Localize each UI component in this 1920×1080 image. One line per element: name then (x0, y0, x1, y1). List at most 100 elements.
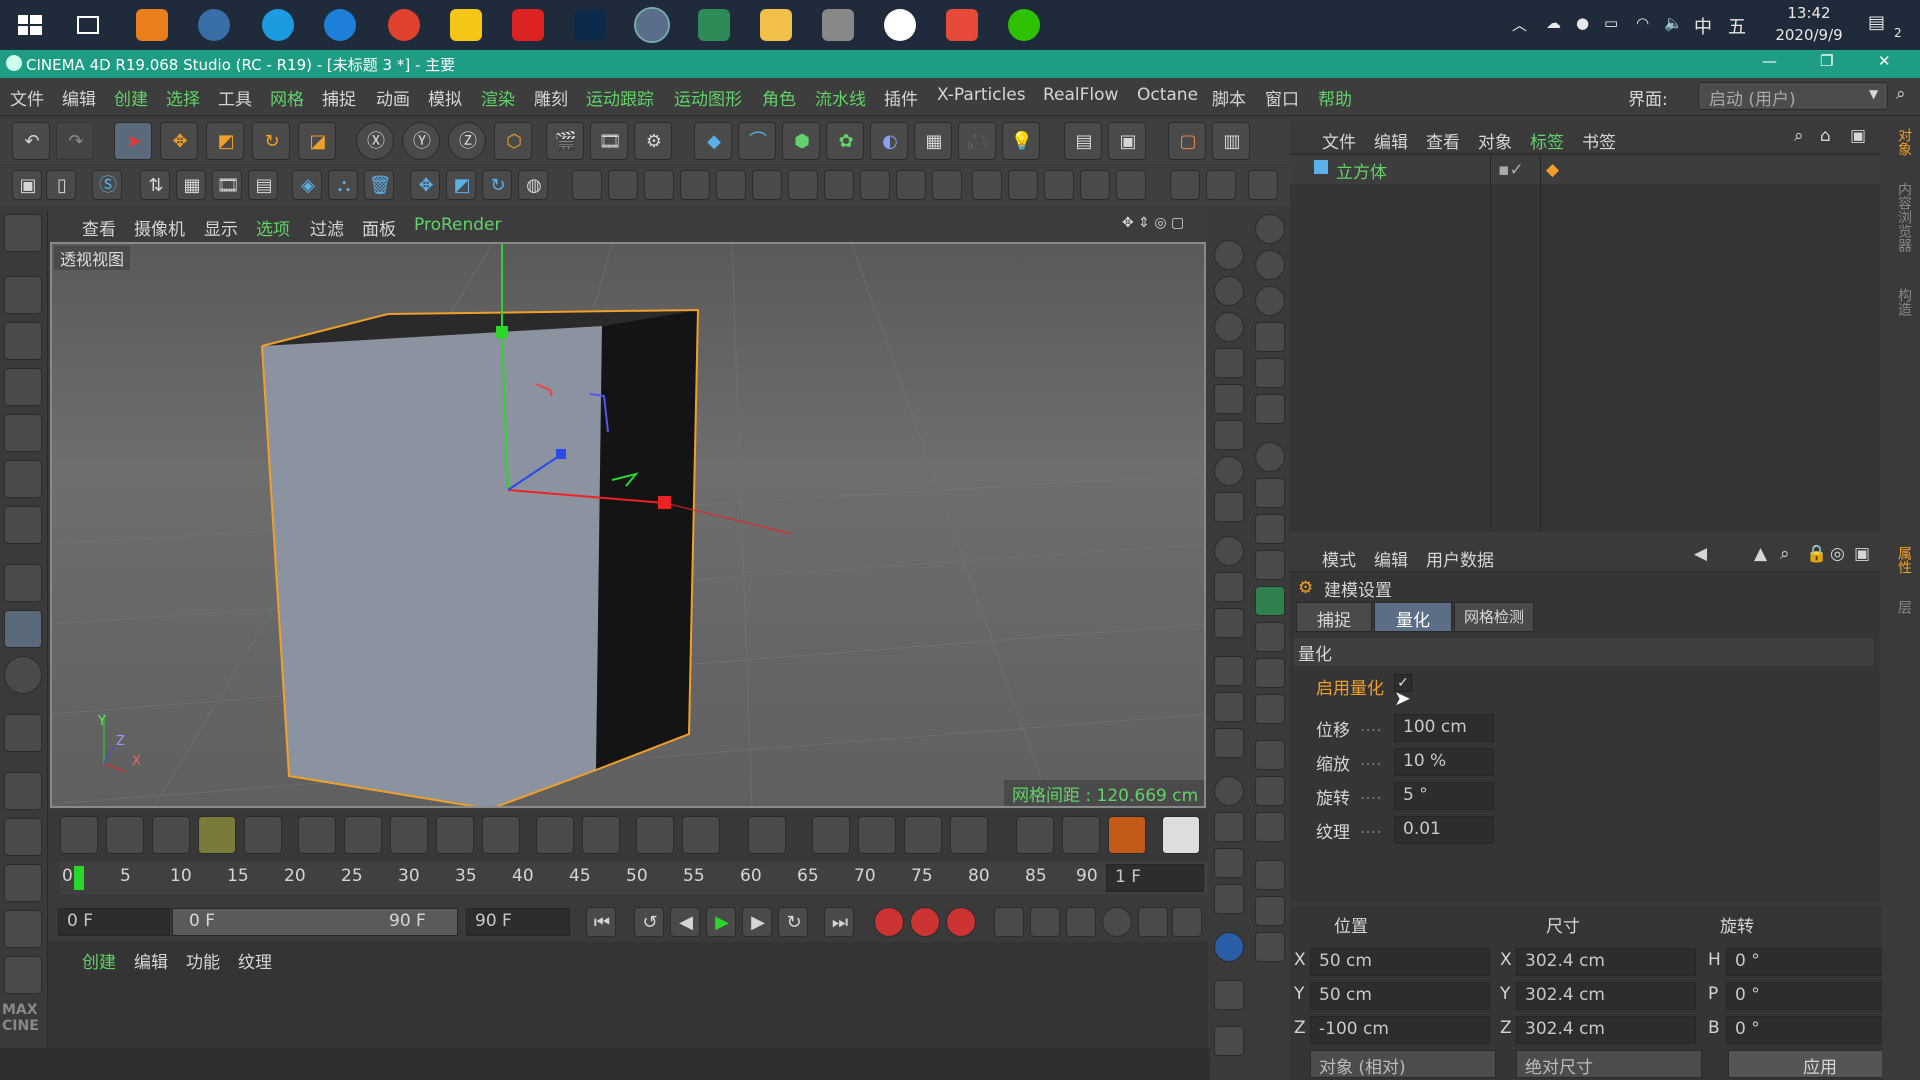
timeline-tool-13-icon[interactable] (636, 816, 674, 854)
menu-realflow[interactable]: RealFlow (1043, 85, 1118, 105)
app-diamond-icon[interactable] (822, 9, 854, 41)
key-rotate-icon[interactable] (1066, 907, 1096, 937)
side-text-icon[interactable] (1255, 658, 1285, 688)
picture-viewer-icon[interactable]: ▣ (12, 170, 42, 200)
render-view-icon[interactable]: 🎬 (546, 122, 584, 160)
target-icon[interactable]: ◎ (1830, 544, 1845, 564)
rot-p-field[interactable]: 0 ° (1726, 982, 1904, 1010)
browser-q-icon[interactable] (324, 9, 356, 41)
pos-x-field[interactable]: 50 cm (1310, 948, 1490, 976)
menu-mograph[interactable]: 运动图形 (674, 85, 742, 110)
menu-snap[interactable]: 捕捉 (322, 85, 356, 110)
xp-constraint-icon[interactable] (788, 170, 818, 200)
material-ball-icon[interactable] (1214, 776, 1244, 806)
app-red-icon[interactable] (946, 9, 978, 41)
timeline-tool-22-icon[interactable] (1108, 816, 1146, 854)
tool-a-icon[interactable]: ⇅ (140, 170, 170, 200)
subtab-snap[interactable]: 捕捉 (1296, 602, 1372, 632)
subtab-quantize[interactable]: 量化 (1374, 602, 1452, 632)
vp-menu-filter[interactable]: 过滤 (310, 215, 344, 240)
texture-field[interactable]: 0.01 (1394, 816, 1494, 844)
key-question-icon[interactable] (946, 907, 976, 937)
timeline-tool-6-icon[interactable] (298, 816, 336, 854)
grid-tool-2-icon[interactable] (1044, 170, 1074, 200)
xp-group-icon[interactable] (608, 170, 638, 200)
floor-icon[interactable]: ▦ (914, 122, 952, 160)
vp-menu-prorender[interactable]: ProRender (414, 215, 502, 235)
menu-edit[interactable]: 编辑 (62, 85, 96, 110)
timeline-tool-15-icon[interactable] (748, 816, 786, 854)
side-house-icon[interactable] (1255, 932, 1285, 962)
side-spline-icon[interactable] (1255, 622, 1285, 652)
layout-icon-1[interactable]: ▤ (1064, 122, 1102, 160)
snap-s-icon[interactable]: Ⓢ (92, 170, 122, 200)
gear-icon[interactable] (1206, 170, 1236, 200)
octane-tool-icon[interactable]: ◍ (518, 170, 548, 200)
xp-modifier-icon[interactable] (644, 170, 674, 200)
tweak-mode-icon[interactable] (4, 610, 42, 648)
make-editable-icon[interactable] (4, 214, 42, 252)
timeline-tool-4-icon[interactable] (198, 816, 236, 854)
deformer-icon[interactable]: ◐ (870, 122, 908, 160)
menu-octane[interactable]: Octane (1137, 85, 1198, 105)
go-to-start-icon[interactable]: ⏮ (586, 907, 616, 937)
size-mode-select[interactable]: 绝对尺寸 (1516, 1050, 1702, 1078)
document-icon[interactable]: ▯ (46, 170, 76, 200)
sublime-icon[interactable] (136, 9, 168, 41)
octane-settings-icon[interactable]: ▥ (1212, 122, 1250, 160)
side-green-2-icon[interactable] (1255, 478, 1285, 508)
grid-tool-icon[interactable] (1008, 170, 1038, 200)
menu-script[interactable]: 脚本 (1212, 85, 1246, 110)
om-tab-tags[interactable]: 标签 (1530, 128, 1564, 153)
timeline-tool-16-icon[interactable] (812, 816, 850, 854)
subdivision-icon[interactable]: ⬢ (782, 122, 820, 160)
timeline-tool-17-icon[interactable] (858, 816, 896, 854)
x-axis-lock-icon[interactable]: Ⓧ (356, 122, 394, 160)
offset-field[interactable]: 100 cm (1394, 714, 1494, 742)
octane-move-icon[interactable]: ✥ (410, 170, 440, 200)
search-icon[interactable]: ⌕ (1896, 84, 1906, 104)
paint-icon[interactable] (1214, 656, 1244, 686)
tool-e-icon[interactable]: ◈ (292, 170, 322, 200)
coord-icon[interactable] (1248, 170, 1278, 200)
tool-c-icon[interactable]: 🎞 (212, 170, 242, 200)
tool-b-icon[interactable]: ▦ (176, 170, 206, 200)
play-script-icon[interactable] (1214, 932, 1244, 962)
texture-grid-icon[interactable] (1214, 420, 1244, 450)
tool-f-icon[interactable]: ⛬ (328, 170, 358, 200)
sphere-tool-1-icon[interactable] (1214, 240, 1244, 270)
back-arrow-icon[interactable]: ◀ (1694, 544, 1707, 564)
om-tab-file[interactable]: 文件 (1322, 128, 1356, 153)
coord-mode-select[interactable]: 对象 (相对) (1310, 1050, 1496, 1078)
menu-animate[interactable]: 动画 (376, 85, 410, 110)
layout-select[interactable]: 启动 (用户) ▼ (1698, 82, 1888, 110)
menu-create[interactable]: 创建 (114, 85, 148, 110)
magnet-icon[interactable] (4, 714, 42, 752)
size-x-field[interactable]: 302.4 cm (1516, 948, 1696, 976)
side-path-icon[interactable] (1255, 812, 1285, 842)
octane-tool-3-icon[interactable] (4, 864, 42, 902)
timeline-tool-9-icon[interactable] (436, 816, 474, 854)
octane-live-icon[interactable]: ▢ (1168, 122, 1206, 160)
side-axis-icon[interactable] (1255, 860, 1285, 890)
layout-icon-2[interactable]: ▣ (1108, 122, 1146, 160)
sphere-tool-2-icon[interactable] (1214, 276, 1244, 306)
menu-plugins[interactable]: 插件 (884, 85, 918, 110)
pos-z-field[interactable]: -100 cm (1310, 1016, 1490, 1044)
menu-file[interactable]: 文件 (10, 85, 44, 110)
ruler-icon[interactable] (1214, 384, 1244, 414)
size-z-field[interactable]: 302.4 cm (1516, 1016, 1696, 1044)
vp-menu-options[interactable]: 选项 (256, 215, 290, 240)
timeline-ruler[interactable]: 0 5 10 15 20 25 30 35 40 45 50 55 60 65 … (60, 862, 1208, 894)
am-tab-userdata[interactable]: 用户数据 (1426, 546, 1494, 571)
timeline-tool-1-icon[interactable] (60, 816, 98, 854)
side-zx-icon[interactable] (1255, 394, 1285, 424)
vp-nav-icons[interactable]: ✥ ⇕ ◎ ▢ (1122, 215, 1184, 231)
side-y-icon[interactable] (1255, 250, 1285, 280)
edges-mode-icon[interactable] (4, 460, 42, 498)
timeline-tool-14-icon[interactable] (682, 816, 720, 854)
redo-icon[interactable]: ↷ (56, 122, 94, 160)
am-tab-edit[interactable]: 编辑 (1374, 546, 1408, 571)
side-z-icon[interactable] (1255, 286, 1285, 316)
cube-primitive-icon[interactable]: ◆ (694, 122, 732, 160)
